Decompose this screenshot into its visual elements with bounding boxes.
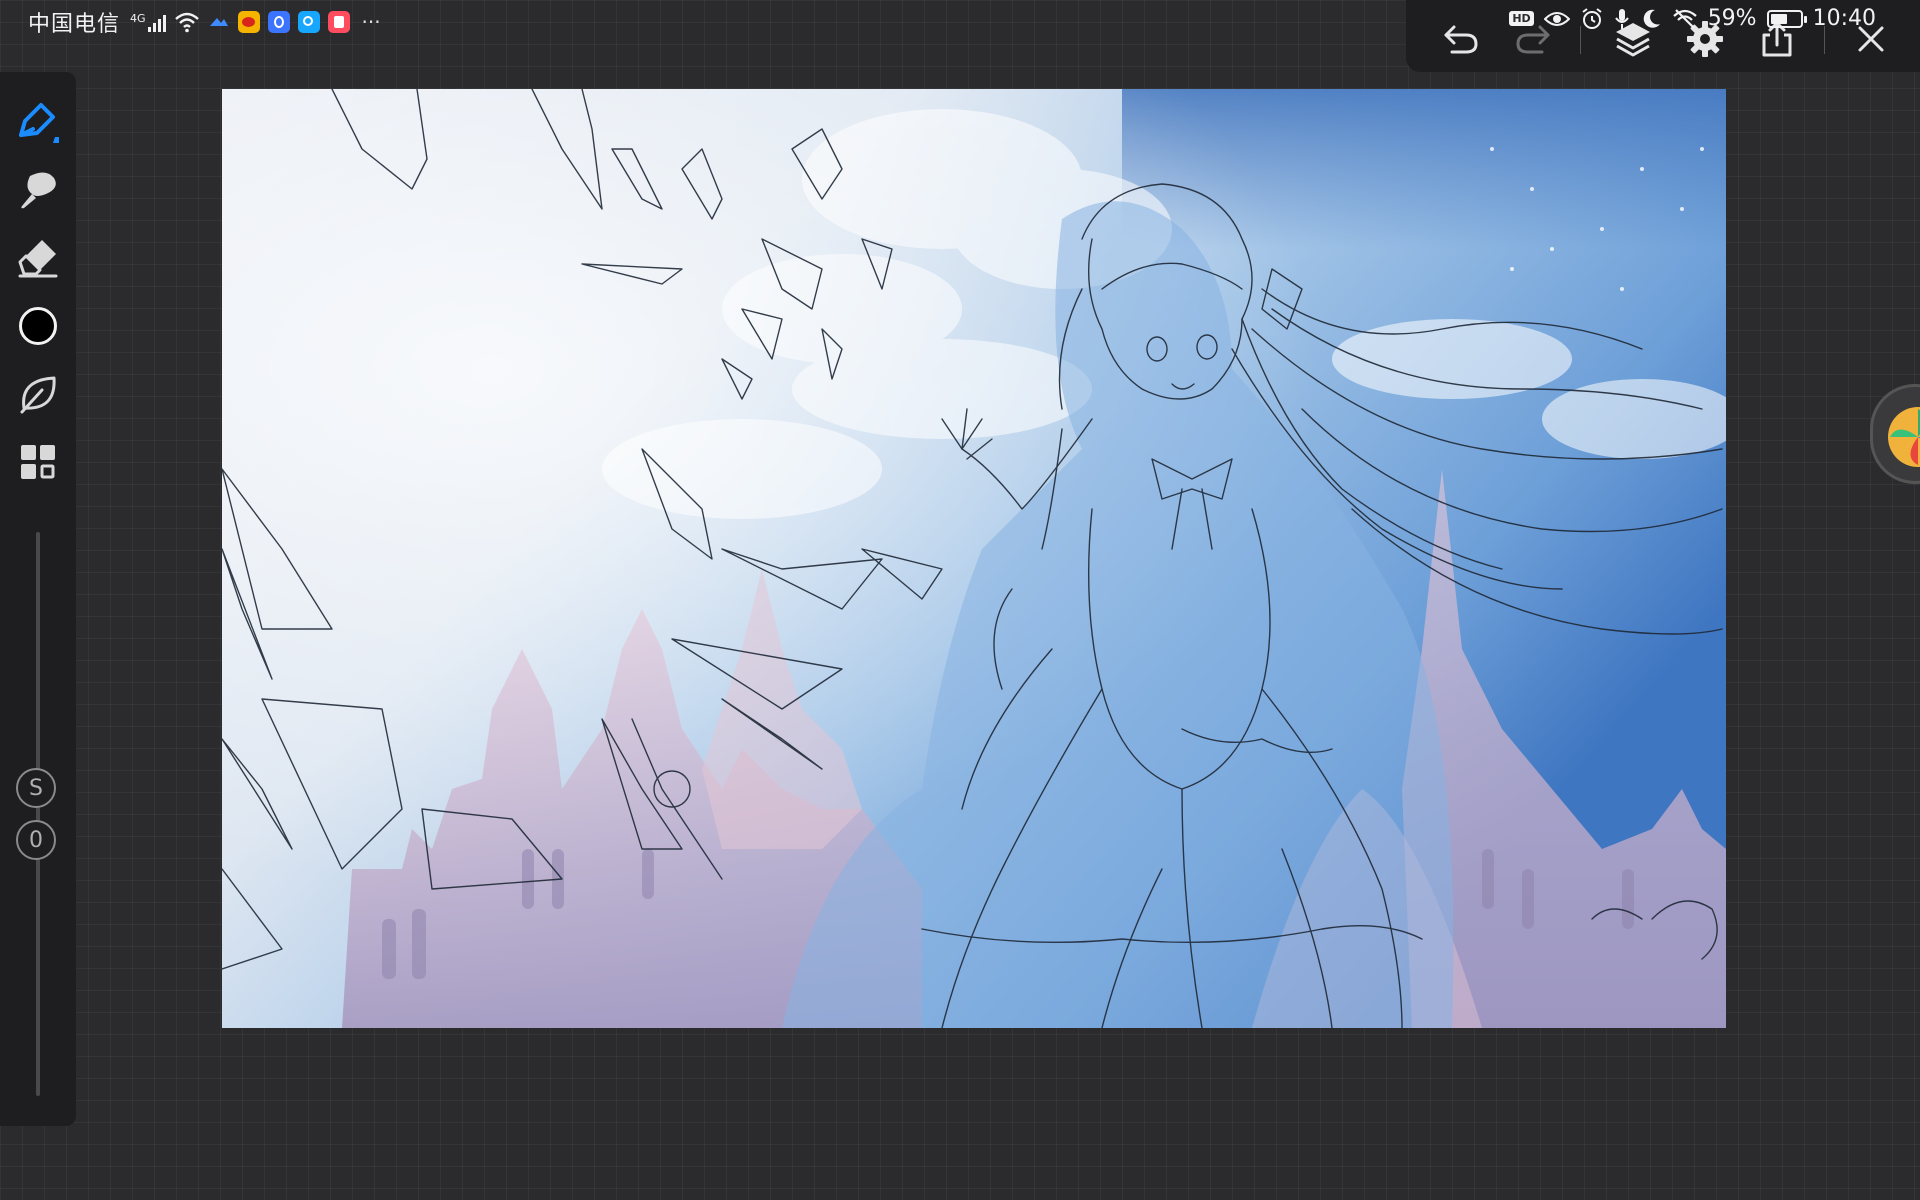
pinwheel-icon (1888, 407, 1920, 467)
eye-comfort-icon (1543, 11, 1570, 26)
status-bar-left: 中国电信 4G ··· (28, 6, 381, 38)
battery-percent: 59% (1707, 6, 1757, 31)
smudge-tool-button[interactable] (12, 164, 64, 216)
pen-tool-button[interactable] (12, 96, 64, 148)
color-picker-button[interactable] (12, 300, 64, 352)
clock-time: 10:40 (1812, 6, 1876, 31)
pen-icon (19, 103, 59, 143)
microphone-icon (1614, 8, 1629, 29)
leaf-icon (20, 376, 56, 414)
undo-icon (1444, 25, 1478, 54)
blend-tool-button[interactable] (12, 368, 64, 420)
brush-size-label: S (29, 775, 43, 801)
battery-icon (1766, 9, 1807, 28)
alarm-icon (1582, 7, 1602, 29)
brush-opacity-handle[interactable]: 0 (16, 820, 56, 860)
undo-button[interactable] (1436, 14, 1486, 64)
drawing-canvas[interactable] (222, 89, 1726, 1028)
smudge-brush-icon (21, 172, 56, 209)
more-tools-button[interactable] (12, 436, 64, 488)
search-app-icon (297, 11, 320, 33)
brush-opacity-label: 0 (29, 827, 43, 853)
more-notifications: ··· (361, 10, 381, 34)
wifi-icon (174, 12, 199, 33)
brush-size-handle[interactable]: S (16, 768, 56, 808)
battery-level (1770, 13, 1788, 24)
cloud-app-icon (209, 18, 228, 26)
wifi-off-icon (1672, 8, 1697, 29)
eraser-tool-button[interactable] (12, 232, 64, 284)
carrier-name: 中国电信 (28, 12, 121, 37)
cell-signal-icon: 4G (128, 12, 166, 32)
music-app-icon (267, 11, 290, 33)
left-toolbar: S 0 (0, 72, 76, 1126)
brush-slider-track[interactable] (36, 532, 40, 1096)
hd-badge: HD (1509, 11, 1534, 26)
network-type: 4G (130, 12, 146, 25)
grid-icon (21, 445, 55, 479)
floating-assistant-ball[interactable] (1870, 384, 1920, 484)
notes-app-icon (327, 11, 350, 33)
artwork-image (222, 89, 1726, 1028)
status-bar-right: HD 59% 10:40 (1509, 6, 1876, 31)
current-color-swatch (19, 307, 57, 345)
eraser-icon (18, 240, 58, 278)
do-not-disturb-moon-icon (1643, 9, 1660, 28)
weibo-app-icon (237, 11, 260, 33)
